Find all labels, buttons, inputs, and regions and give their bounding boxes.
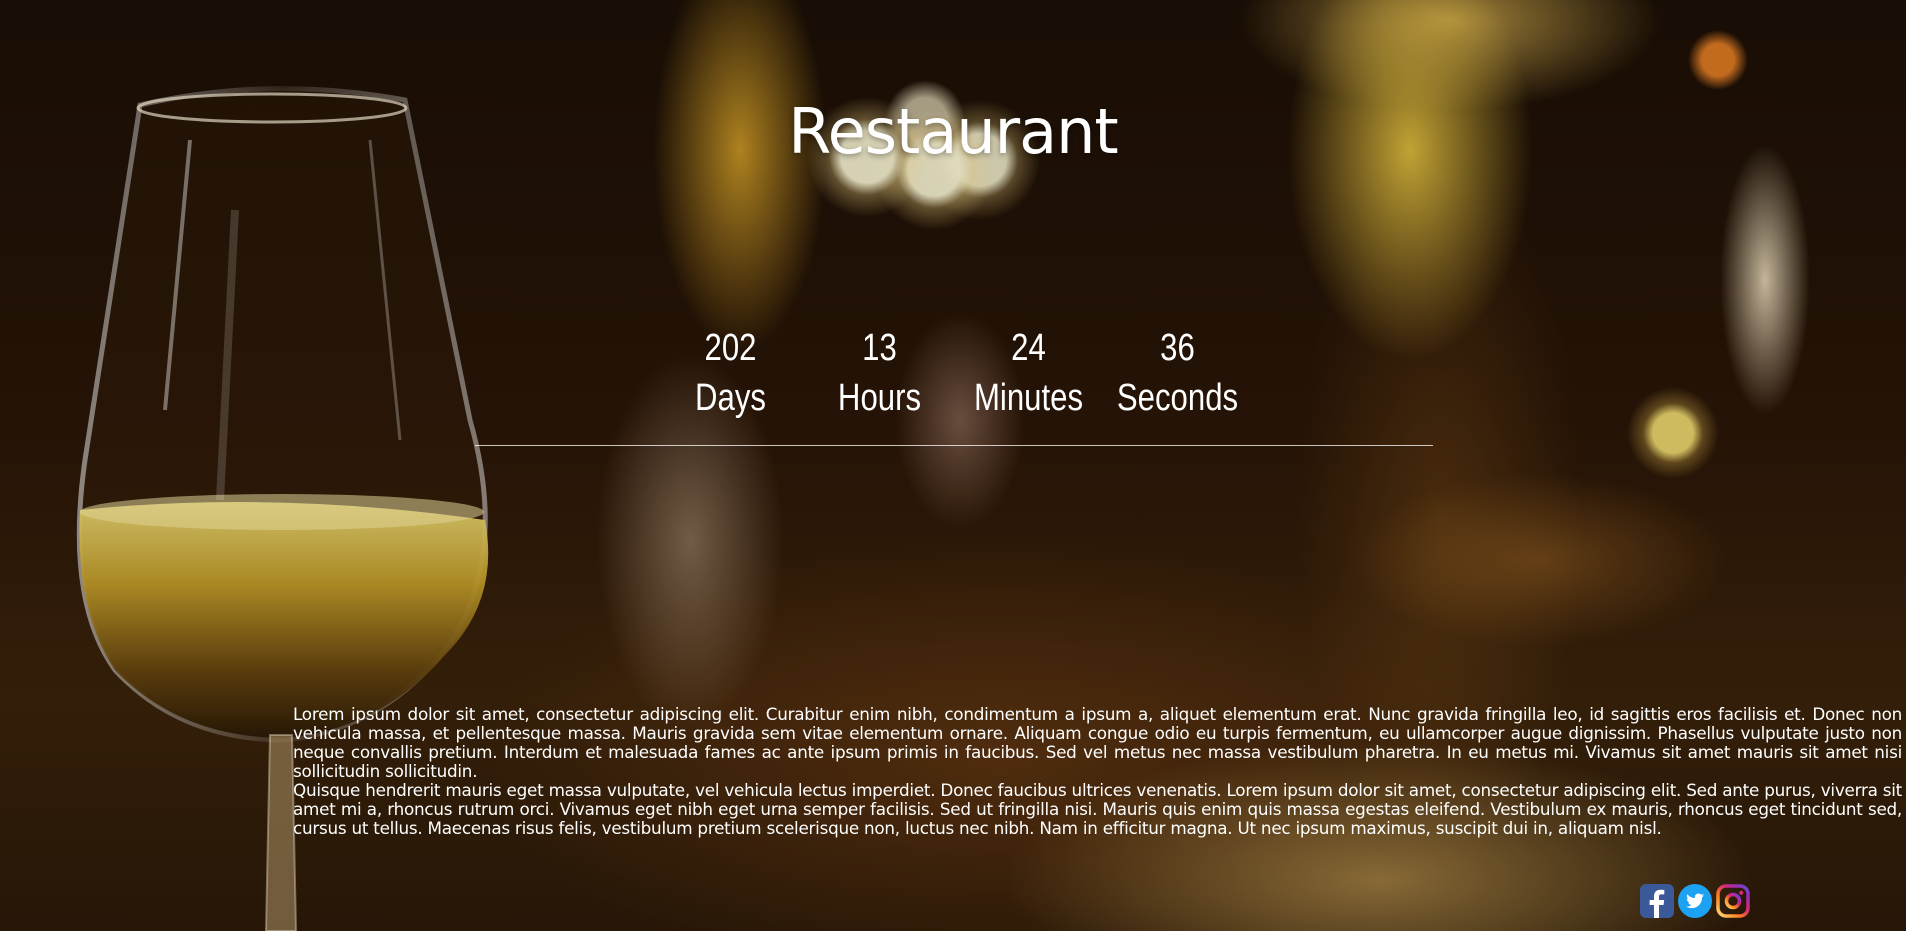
divider-line — [475, 445, 1433, 446]
countdown-timer: 202 Days 13 Hours 24 Minutes 36 Seconds — [656, 326, 1256, 426]
countdown-hours: 13 Hours — [805, 326, 954, 426]
description-paragraph-1: Lorem ipsum dolor sit amet, consectetur … — [293, 704, 1902, 781]
facebook-link[interactable] — [1640, 884, 1674, 918]
page-title-text: Restaurant — [788, 94, 1118, 168]
countdown-days-label: Days — [694, 377, 766, 419]
twitter-link[interactable] — [1678, 884, 1712, 918]
countdown-minutes: 24 Minutes — [954, 326, 1103, 426]
countdown-days-value: 202 — [704, 327, 757, 369]
instagram-link[interactable] — [1716, 884, 1750, 918]
description-text: Lorem ipsum dolor sit amet, consectetur … — [293, 705, 1902, 838]
instagram-icon — [1716, 884, 1750, 918]
description-paragraph-2: Quisque hendrerit mauris eget massa vulp… — [293, 780, 1902, 838]
facebook-icon — [1640, 884, 1674, 918]
countdown-hours-value: 13 — [862, 327, 897, 369]
twitter-icon — [1678, 884, 1712, 918]
countdown-minutes-label: Minutes — [973, 377, 1084, 419]
page-title: Restaurant — [0, 94, 1906, 170]
countdown-minutes-value: 24 — [1011, 327, 1046, 369]
social-links — [1640, 884, 1750, 918]
page-background: Restaurant 202 Days 13 Hours 24 Minutes … — [0, 0, 1906, 931]
countdown-days: 202 Days — [656, 326, 805, 426]
countdown-seconds: 36 Seconds — [1103, 326, 1252, 426]
countdown-seconds-value: 36 — [1160, 327, 1195, 369]
countdown-seconds-label: Seconds — [1116, 377, 1239, 419]
countdown-hours-label: Hours — [837, 377, 922, 419]
